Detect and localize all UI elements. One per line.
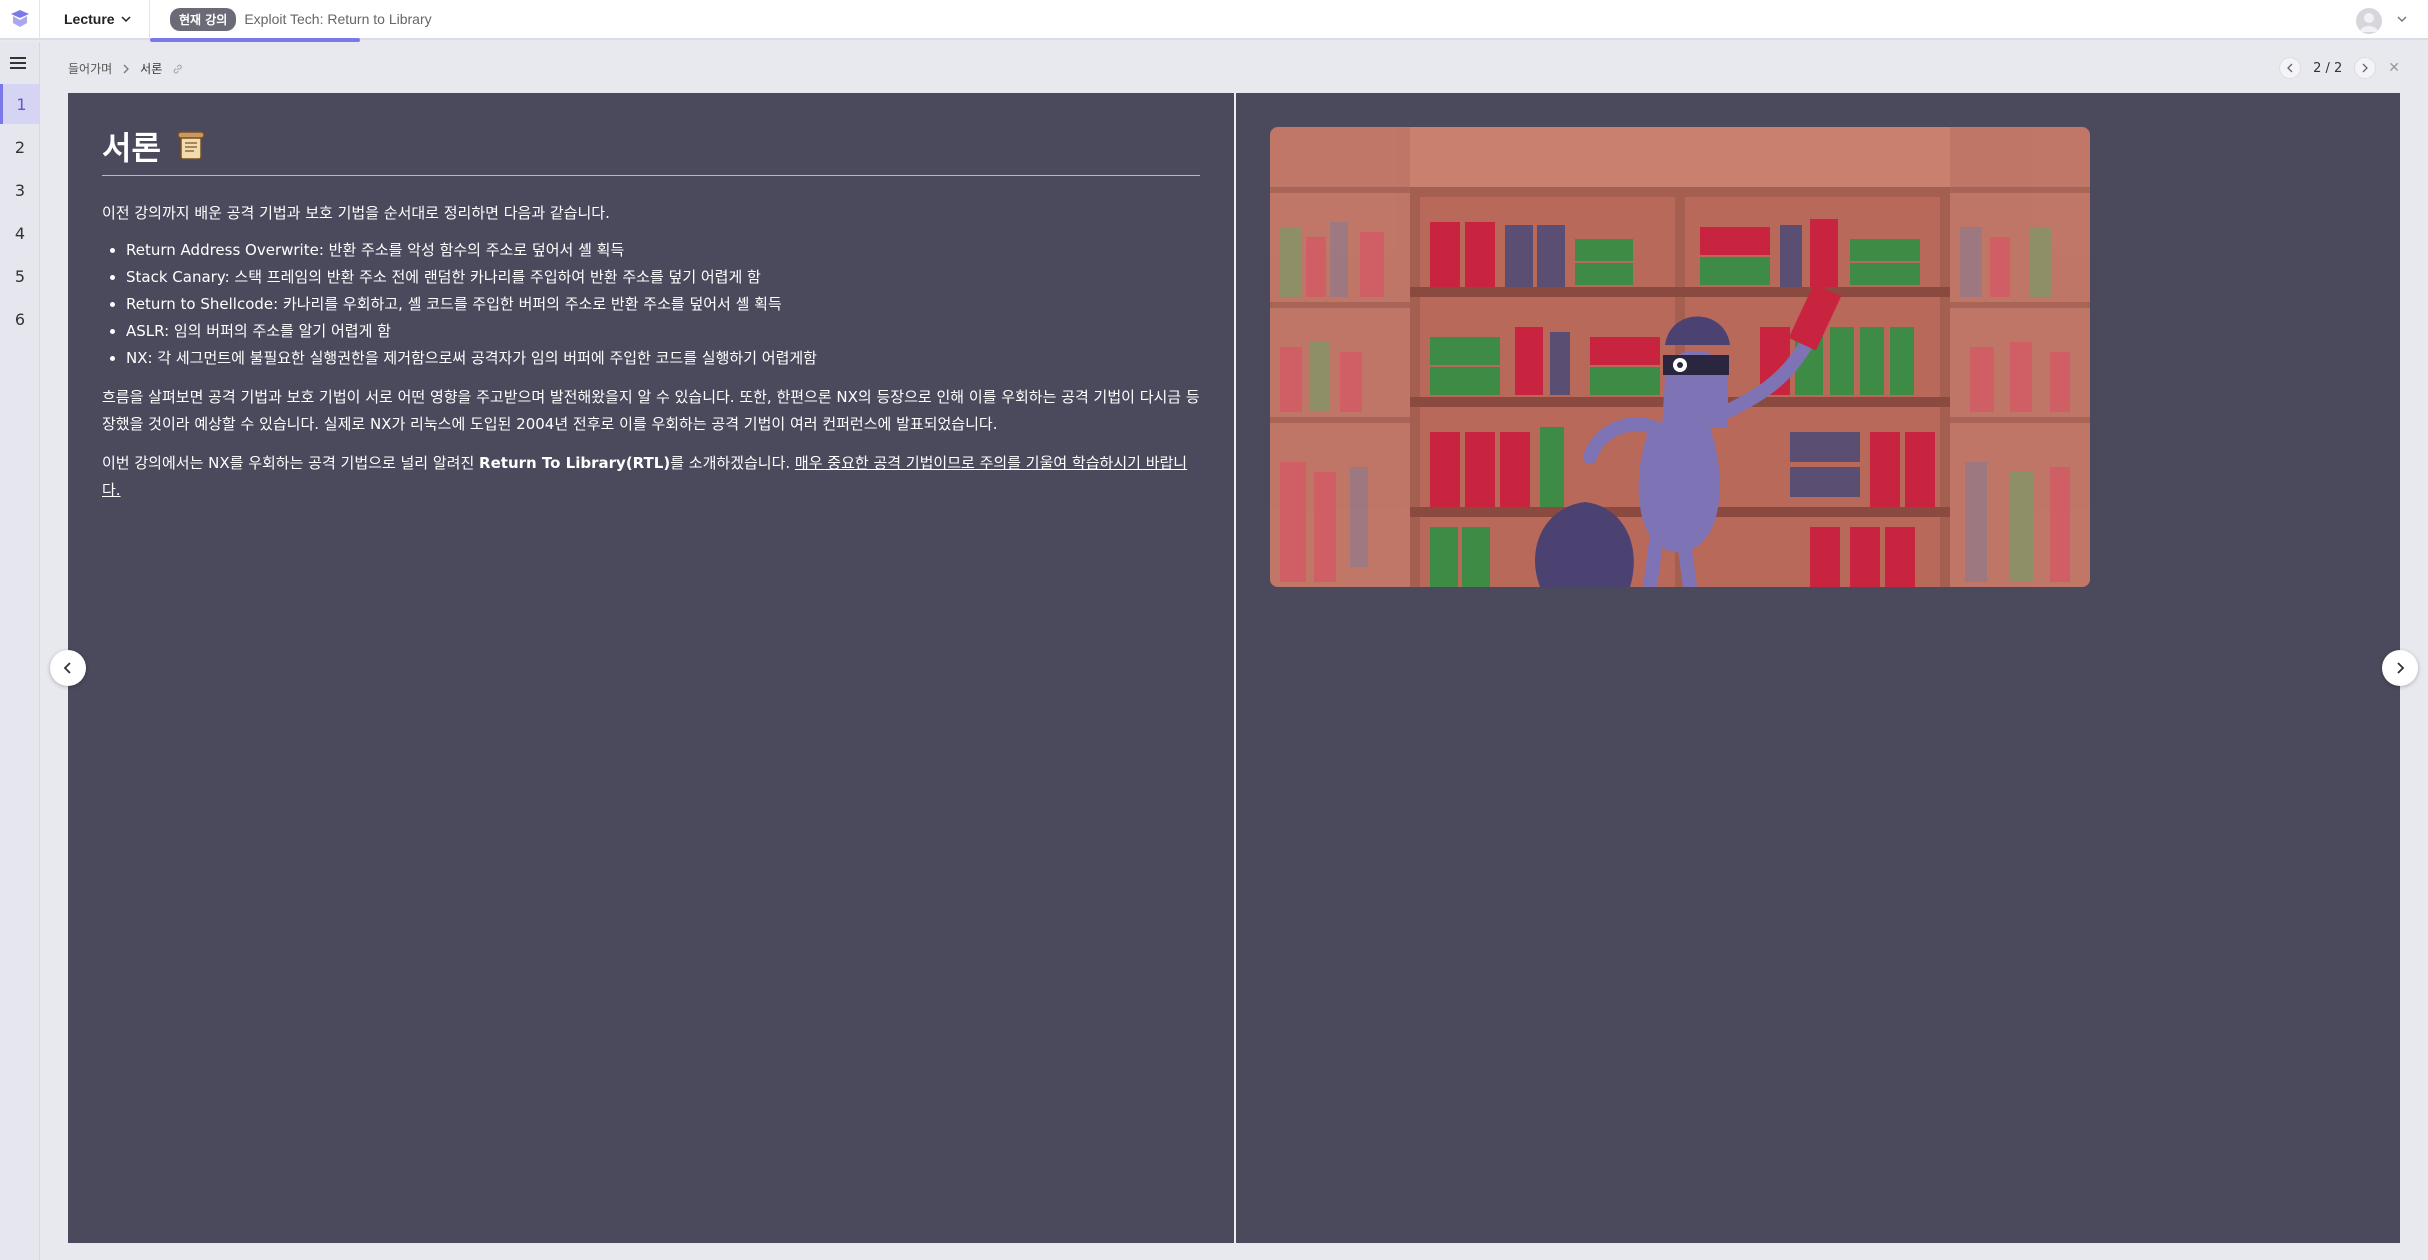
bookshelf-illustration [1270, 127, 2090, 587]
rtl-term: Return To Library(RTL) [479, 454, 671, 472]
chevron-right-icon [2397, 662, 2405, 674]
next-page-button[interactable] [2354, 57, 2377, 79]
page-navigator: 2 / 2 ✕ [2279, 57, 2400, 79]
list-item: ASLR: 임의 버퍼의 주소를 알기 어렵게 함 [126, 318, 1200, 345]
chevron-right-icon [123, 64, 130, 73]
chevron-right-icon [2362, 63, 2369, 73]
user-avatar-icon[interactable] [2356, 8, 2382, 34]
progress-bar [150, 38, 360, 42]
breadcrumb-parent[interactable]: 들어가며 [68, 60, 112, 77]
step-rail: 1 2 3 4 5 6 [0, 42, 40, 1260]
rtl-intro-text: 이번 강의에서는 NX를 우회하는 공격 기법으로 널리 알려진 [102, 454, 480, 472]
list-item: Stack Canary: 스택 프레임의 반환 주소 전에 랜덤한 카나리를 … [126, 264, 1200, 291]
breadcrumb: 들어가며 서론 [68, 60, 184, 77]
list-item: Return Address Overwrite: 반환 주소를 악성 함수의 … [126, 237, 1200, 264]
list-item: NX: 각 세그먼트에 불필요한 실행권한을 제거함으로써 공격자가 임의 버퍼… [126, 345, 1200, 372]
step-6[interactable]: 6 [0, 299, 40, 339]
close-icon[interactable]: ✕ [2388, 60, 2400, 76]
pane-divider [1234, 93, 1236, 1243]
lecture-dropdown-label: Lecture [64, 11, 115, 27]
page-indicator: 2 / 2 [2313, 60, 2343, 76]
step-4[interactable]: 4 [0, 213, 40, 253]
chevron-down-icon[interactable] [2396, 13, 2408, 25]
app-logo-icon[interactable] [0, 0, 40, 39]
rtl-intro-paragraph: 이번 강의에서는 NX를 우회하는 공격 기법으로 널리 알려진 Return … [102, 450, 1200, 504]
intro-text: 이전 강의까지 배운 공격 기법과 보호 기법을 순서대로 정리하면 다음과 같… [102, 204, 610, 222]
chevron-left-icon [63, 662, 71, 674]
text-panel: 서론 이전 강의까지 배운 공격 기법과 보호 기법을 순서대로 정리하면 다음… [102, 123, 1200, 504]
lecture-dropdown[interactable]: Lecture [40, 0, 150, 39]
step-1[interactable]: 1 [0, 84, 40, 124]
next-slide-button[interactable] [2382, 650, 2418, 686]
slide-title-text: 서론 [102, 130, 161, 166]
current-lecture-badge: 현재 강의 [170, 7, 237, 31]
step-3[interactable]: 3 [0, 170, 40, 210]
slide-title: 서론 [102, 123, 1200, 176]
step-2[interactable]: 2 [0, 127, 40, 167]
prev-slide-button[interactable] [50, 650, 86, 686]
breadcrumb-current: 서론 [140, 62, 163, 76]
chevron-left-icon [2287, 63, 2293, 73]
link-icon[interactable] [172, 63, 184, 75]
course-title: Exploit Tech: Return to Library [244, 11, 432, 27]
chevron-down-icon [121, 16, 131, 23]
scroll-icon [177, 131, 205, 160]
prev-page-button[interactable] [2279, 57, 2302, 79]
rtl-intro-suffix: 를 소개하겠습니다. [670, 454, 795, 472]
technique-list: Return Address Overwrite: 반환 주소를 악성 함수의 … [102, 237, 1200, 372]
step-5[interactable]: 5 [0, 256, 40, 296]
top-bar: Lecture 현재 강의 Exploit Tech: Return to Li… [0, 0, 2428, 42]
history-paragraph: 흐름을 살펴보면 공격 기법과 보호 기법이 서로 어떤 영향을 주고받으며 발… [102, 388, 1200, 433]
list-item: Return to Shellcode: 카나리를 우회하고, 셸 코드를 주입… [126, 291, 1200, 318]
slide-content: 서론 이전 강의까지 배운 공격 기법과 보호 기법을 순서대로 정리하면 다음… [68, 93, 2400, 1243]
menu-icon[interactable] [10, 54, 30, 72]
